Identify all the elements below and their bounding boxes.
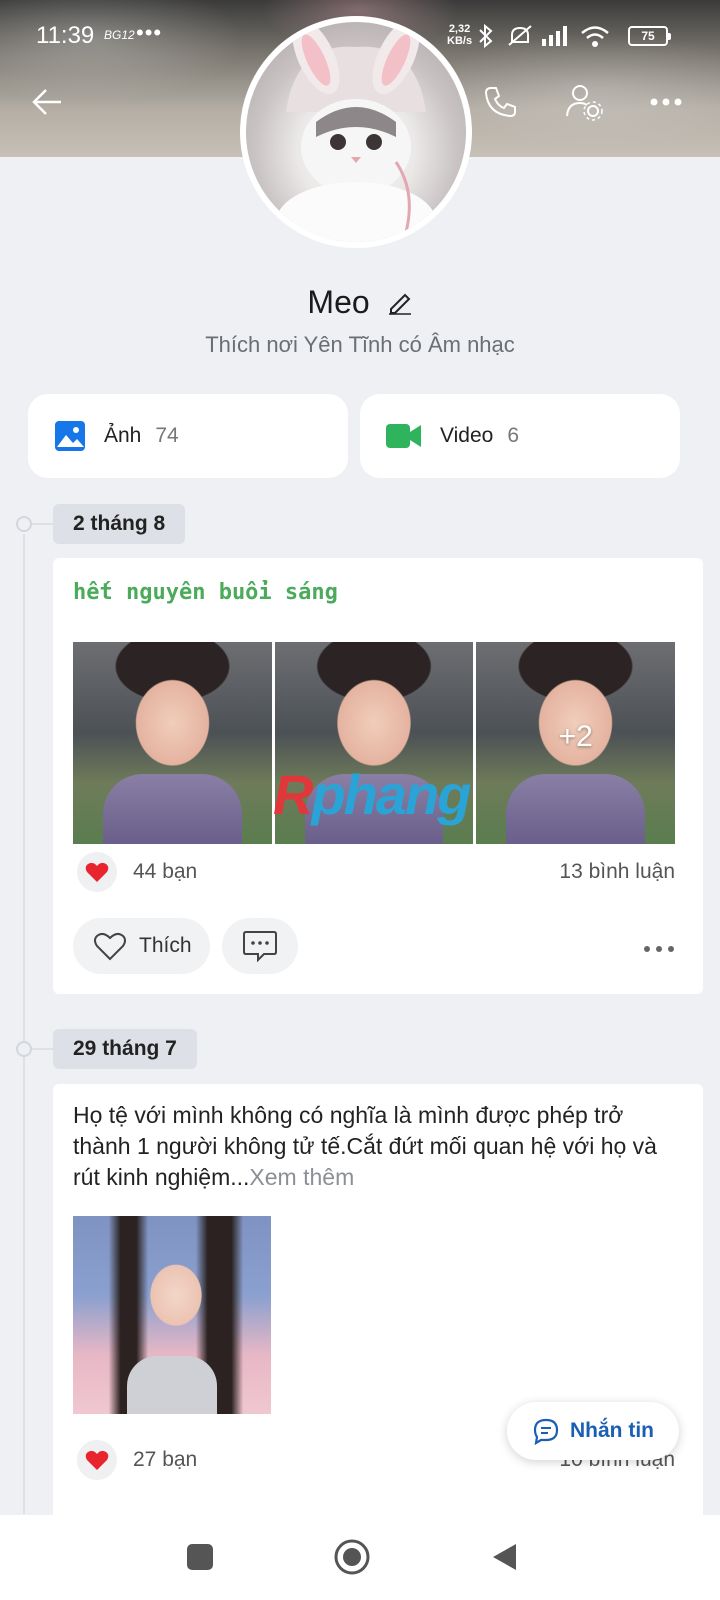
wifi-icon (580, 24, 610, 53)
profile-settings-button[interactable] (562, 80, 606, 124)
phone-icon (484, 87, 516, 118)
triangle-back-icon (493, 1544, 516, 1570)
see-more-link[interactable]: Xem thêm (249, 1164, 354, 1190)
heart-reaction-icon[interactable] (77, 852, 117, 892)
timeline-connector (32, 1048, 54, 1050)
like-button[interactable]: Thích (73, 918, 210, 974)
pencil-icon (388, 293, 411, 315)
more-horizontal-icon (650, 98, 682, 106)
more-options-button[interactable] (644, 80, 688, 124)
cat-avatar-illustration (276, 22, 436, 242)
back-button[interactable] (26, 80, 70, 124)
post-photo[interactable] (73, 1216, 271, 1414)
watermark-part2: phang (311, 763, 471, 826)
reaction-row: 44 bạn 13 bình luận (77, 852, 675, 892)
photos-card[interactable]: Ảnh 74 (28, 394, 348, 478)
edit-name-button[interactable] (387, 286, 413, 323)
timeline-dot (16, 1041, 32, 1057)
send-message-button[interactable]: Nhắn tin (507, 1402, 679, 1460)
status-time: 11:39 (36, 22, 95, 49)
battery-indicator: 75 (628, 26, 671, 46)
post-more-button[interactable] (643, 933, 675, 959)
carrier-label: BG12 (104, 28, 135, 42)
home-button[interactable] (330, 1535, 374, 1579)
profile-avatar[interactable] (240, 16, 472, 248)
home-circle-icon (334, 1539, 370, 1575)
action-row: Thích (73, 918, 675, 974)
post-card[interactable]: hết nguyên buổi sáng +2 Rphang 44 bạn 13… (53, 558, 703, 994)
videos-card[interactable]: Video 6 (360, 394, 680, 478)
network-speed-value: 2,32 (448, 23, 471, 35)
post-date-tag: 2 tháng 8 (53, 504, 186, 544)
more-photos-count: +2 (558, 720, 593, 753)
call-button[interactable] (478, 80, 522, 124)
heart-reaction-icon[interactable] (77, 1440, 117, 1480)
post-text: Họ tệ với mình không có nghĩa là mình đư… (73, 1100, 673, 1193)
photos-count: 74 (155, 424, 179, 447)
photos-label: Ảnh (104, 424, 142, 447)
arrow-left-icon (32, 89, 61, 115)
square-icon (187, 1544, 213, 1570)
like-label: Thích (139, 934, 192, 957)
profile-name-row: Meo (0, 284, 720, 323)
post-body: Họ tệ với mình không có nghĩa là mình đư… (73, 1102, 657, 1190)
post-title: hết nguyên buổi sáng (73, 580, 338, 605)
post-date-tag: 29 tháng 7 (53, 1029, 197, 1069)
timeline-dot (16, 516, 32, 532)
image-icon (55, 421, 85, 451)
status-more-dots-icon: ••• (136, 20, 163, 45)
network-speed: 2,32 KB/s (447, 23, 472, 47)
heart-outline-icon (94, 932, 126, 961)
profile-name: Meo (307, 284, 370, 320)
video-icon (386, 424, 421, 448)
videos-label: Video (440, 424, 494, 447)
timeline-line (23, 534, 25, 1514)
user-settings-icon (566, 85, 603, 121)
watermark-part1: R (273, 763, 313, 826)
post-photo-grid: +2 Rphang (73, 642, 676, 844)
more-horizontal-icon (644, 946, 674, 952)
comment-button[interactable] (221, 918, 298, 974)
videos-count: 6 (507, 424, 520, 447)
back-nav-button[interactable] (482, 1535, 526, 1579)
timeline-connector (32, 523, 54, 525)
profile-bio: Thích nơi Yên Tĩnh có Âm nhạc (205, 332, 515, 357)
comment-count[interactable]: 13 bình luận (559, 860, 675, 884)
reaction-count[interactable]: 44 bạn (133, 860, 197, 884)
comment-bubble-icon (242, 931, 277, 963)
network-speed-unit: KB/s (447, 35, 473, 47)
post-photo[interactable] (73, 642, 272, 844)
mute-icon (506, 24, 534, 53)
system-nav-bar (0, 1515, 720, 1600)
recent-apps-button[interactable] (178, 1535, 222, 1579)
send-message-label: Nhắn tin (570, 1419, 654, 1442)
watermark-logo: Rphang (273, 762, 471, 827)
chat-icon (533, 1418, 559, 1445)
post-photo[interactable]: +2 (476, 642, 676, 844)
bluetooth-icon (476, 23, 496, 53)
signal-icon (542, 24, 572, 51)
reaction-count[interactable]: 27 bạn (133, 1448, 197, 1472)
